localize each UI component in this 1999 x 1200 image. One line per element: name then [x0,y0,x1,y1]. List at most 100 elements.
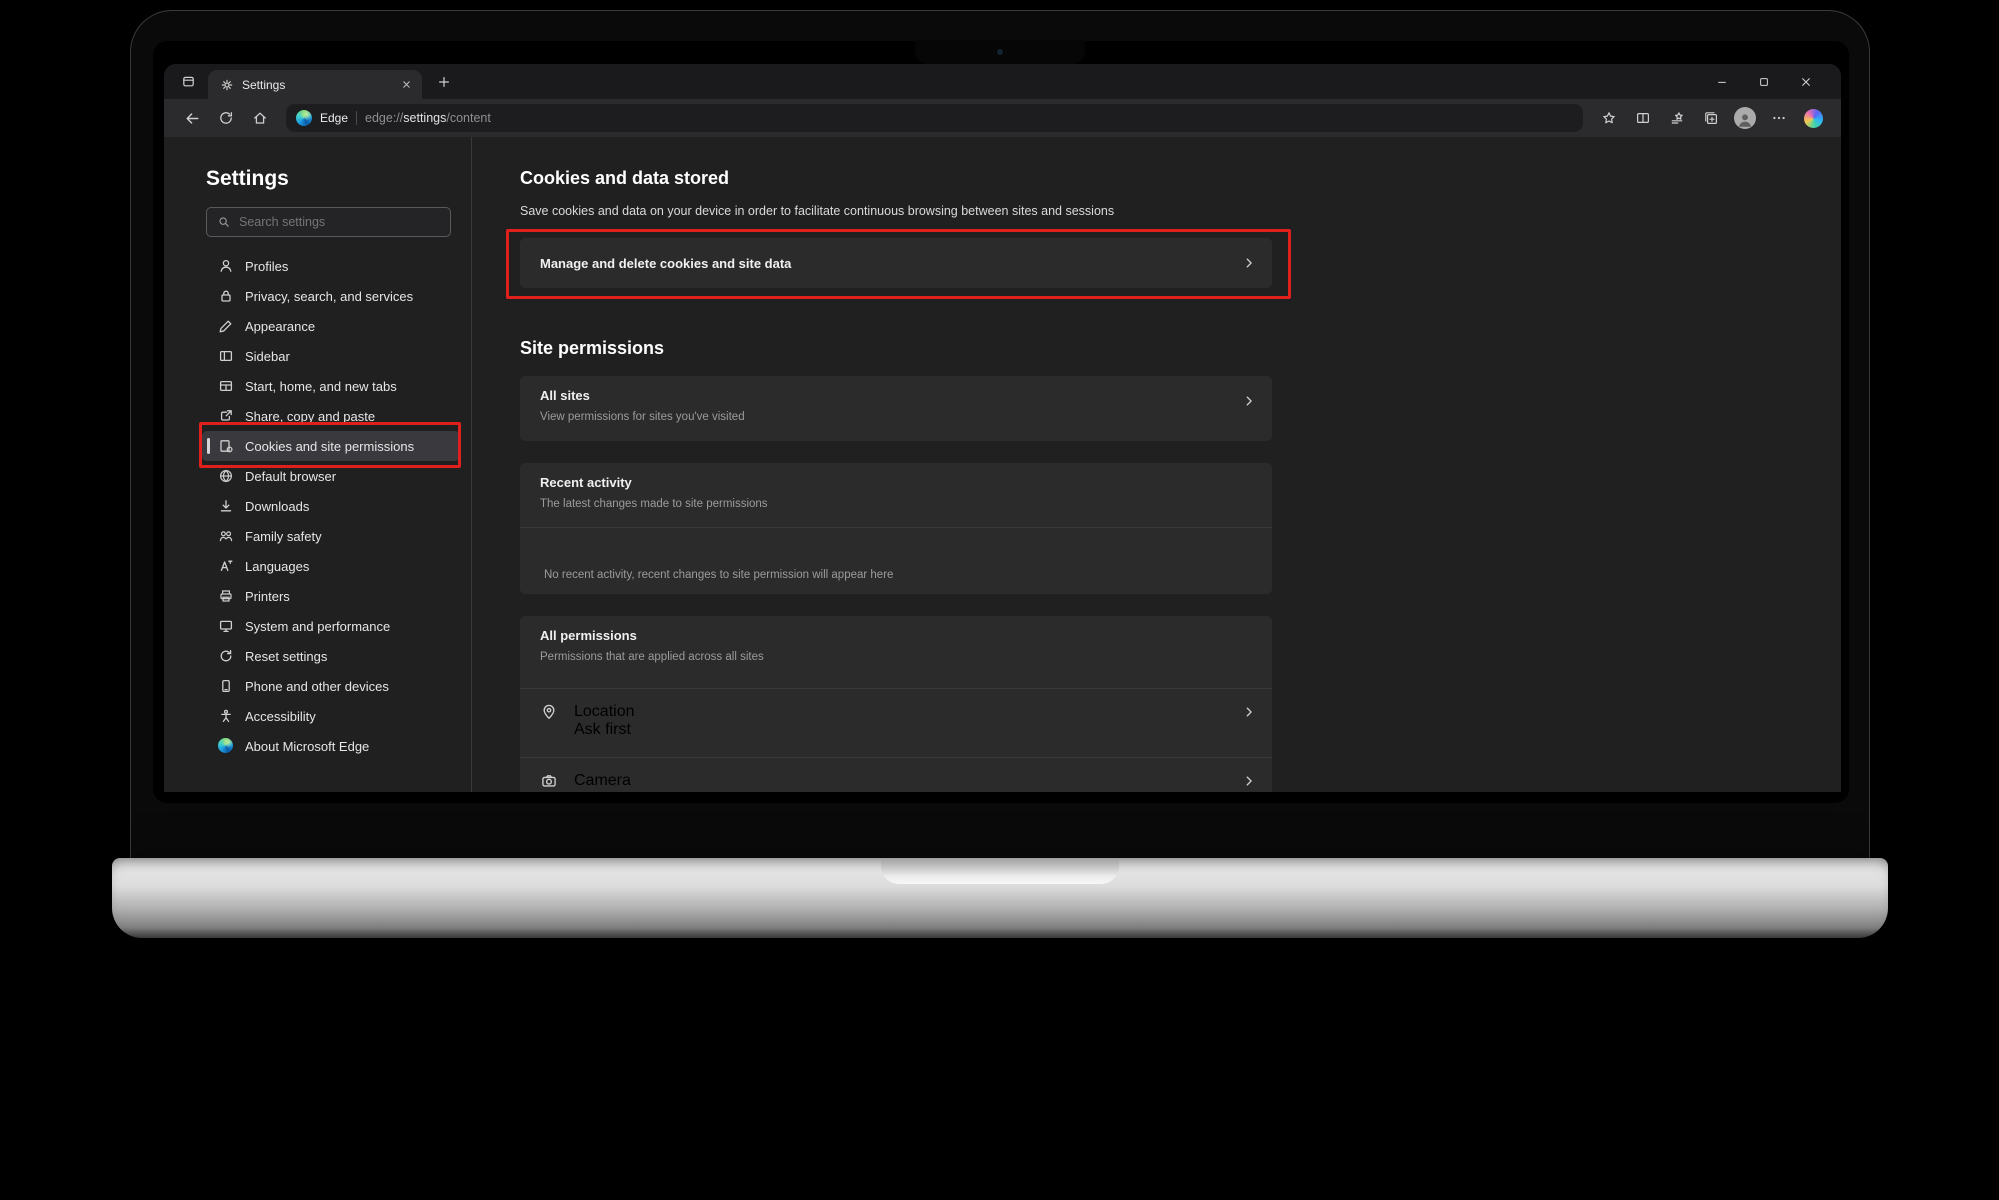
minimize-button[interactable] [1701,64,1743,99]
close-icon [401,79,412,90]
person-icon [1736,111,1754,129]
manage-cookies-row[interactable]: Manage and delete cookies and site data [520,238,1272,288]
reset-icon [218,648,234,664]
appearance-icon [218,318,234,334]
laptop-lid-notch [881,858,1119,884]
settings-sidebar: Settings Profiles Privacy, search, and s… [164,137,472,792]
phone-icon [218,678,234,694]
minimize-icon [1716,76,1728,88]
sidebar-item-profiles[interactable]: Profiles [202,251,460,281]
camera-notch [915,40,1085,64]
chevron-right-icon [1242,705,1256,719]
settings-page: Settings Profiles Privacy, search, and s… [164,137,1841,792]
sidebar-icon [218,348,234,364]
split-screen-icon [1635,110,1651,126]
chevron-right-icon [1242,394,1256,408]
browser-tab-settings[interactable]: Settings [208,70,422,99]
default-browser-icon [218,468,234,484]
system-performance-icon [218,618,234,634]
browser-window: Settings [164,64,1841,792]
sidebar-item-system-performance[interactable]: System and performance [202,611,460,641]
ellipsis-icon [1771,110,1787,126]
cookies-section-title: Cookies and data stored [520,167,1841,189]
url-scheme: edge:// [365,111,403,125]
sidebar-item-downloads[interactable]: Downloads [202,491,460,521]
laptop-display: Settings [153,41,1849,803]
desktop-background: { "browser": { "tab_title": "Settings", … [0,0,1999,1200]
tab-actions-button[interactable] [174,68,202,96]
navigation-toolbar: Edge edge://settings/content [164,99,1841,137]
edge-logo-icon [296,110,312,126]
tab-close-button[interactable] [396,75,416,95]
laptop-base-edge [112,928,1888,938]
settings-and-more-button[interactable] [1763,103,1795,133]
sidebar-item-appearance[interactable]: Appearance [202,311,460,341]
address-divider [356,111,357,125]
gear-icon [220,78,234,92]
workspaces-icon [181,74,196,89]
collections-button[interactable] [1695,103,1727,133]
cookies-section-description: Save cookies and data on your device in … [520,203,1841,219]
close-window-button[interactable] [1785,64,1827,99]
site-permissions-title: Site permissions [520,337,1841,359]
favorites-hub-icon [1669,110,1685,126]
languages-icon [218,558,234,574]
sidebar-item-reset-settings[interactable]: Reset settings [202,641,460,671]
favorites-star-button[interactable] [1593,103,1625,133]
profiles-icon [218,258,234,274]
sidebar-item-privacy[interactable]: Privacy, search, and services [202,281,460,311]
sidebar-item-phone-devices[interactable]: Phone and other devices [202,671,460,701]
downloads-icon [218,498,234,514]
laptop-screen-bezel: Settings [130,10,1870,858]
printers-icon [218,588,234,604]
permission-row-location[interactable]: Location Ask first [520,689,1272,757]
copilot-button[interactable] [1797,103,1829,133]
chevron-right-icon [1242,774,1256,788]
sidebar-item-share-copy-paste[interactable]: Share, copy and paste [202,401,460,431]
share-icon [218,408,234,424]
copilot-icon [1804,109,1823,128]
camera-icon [540,772,558,790]
tab-strip: Settings [164,64,1841,99]
address-bar[interactable]: Edge edge://settings/content [286,104,1583,132]
sidebar-item-default-browser[interactable]: Default browser [202,461,460,491]
refresh-icon [218,110,234,126]
window-controls [1701,64,1827,99]
all-sites-row[interactable]: All sites View permissions for sites you… [520,376,1272,441]
sidebar-item-sidebar[interactable]: Sidebar [202,341,460,371]
privacy-icon [218,288,234,304]
maximize-button[interactable] [1743,64,1785,99]
split-screen-button[interactable] [1627,103,1659,133]
webcam-icon [997,49,1003,55]
sidebar-item-cookies-permissions[interactable]: Cookies and site permissions [202,431,460,461]
search-settings-box[interactable] [206,207,451,237]
close-icon [1800,76,1812,88]
sidebar-item-languages[interactable]: Languages [202,551,460,581]
sidebar-item-start-home-tabs[interactable]: Start, home, and new tabs [202,371,460,401]
sidebar-item-about-edge[interactable]: About Microsoft Edge [202,731,460,761]
start-home-icon [218,378,234,394]
profile-button[interactable] [1729,103,1761,133]
favorites-hub-button[interactable] [1661,103,1693,133]
back-arrow-icon [184,110,201,127]
url-text: edge://settings/content [365,111,491,125]
sidebar-item-printers[interactable]: Printers [202,581,460,611]
sidebar-item-family-safety[interactable]: Family safety [202,521,460,551]
search-settings-input[interactable] [239,215,440,229]
collections-icon [1703,110,1719,126]
accessibility-icon [218,708,234,724]
site-label: Edge [320,111,348,125]
cookies-icon [218,438,234,454]
new-tab-button[interactable] [430,68,458,96]
refresh-button[interactable] [210,103,242,133]
tab-title: Settings [242,78,388,92]
back-button[interactable] [176,103,208,133]
home-button[interactable] [244,103,276,133]
location-icon [540,703,558,721]
sidebar-item-accessibility[interactable]: Accessibility [202,701,460,731]
permission-row-camera[interactable]: Camera [520,758,1272,792]
recent-activity-empty-message: No recent activity, recent changes to si… [544,569,893,581]
all-permissions-header: All permissions Permissions that are app… [520,616,1272,688]
maximize-icon [1758,76,1770,88]
search-icon [217,215,231,229]
